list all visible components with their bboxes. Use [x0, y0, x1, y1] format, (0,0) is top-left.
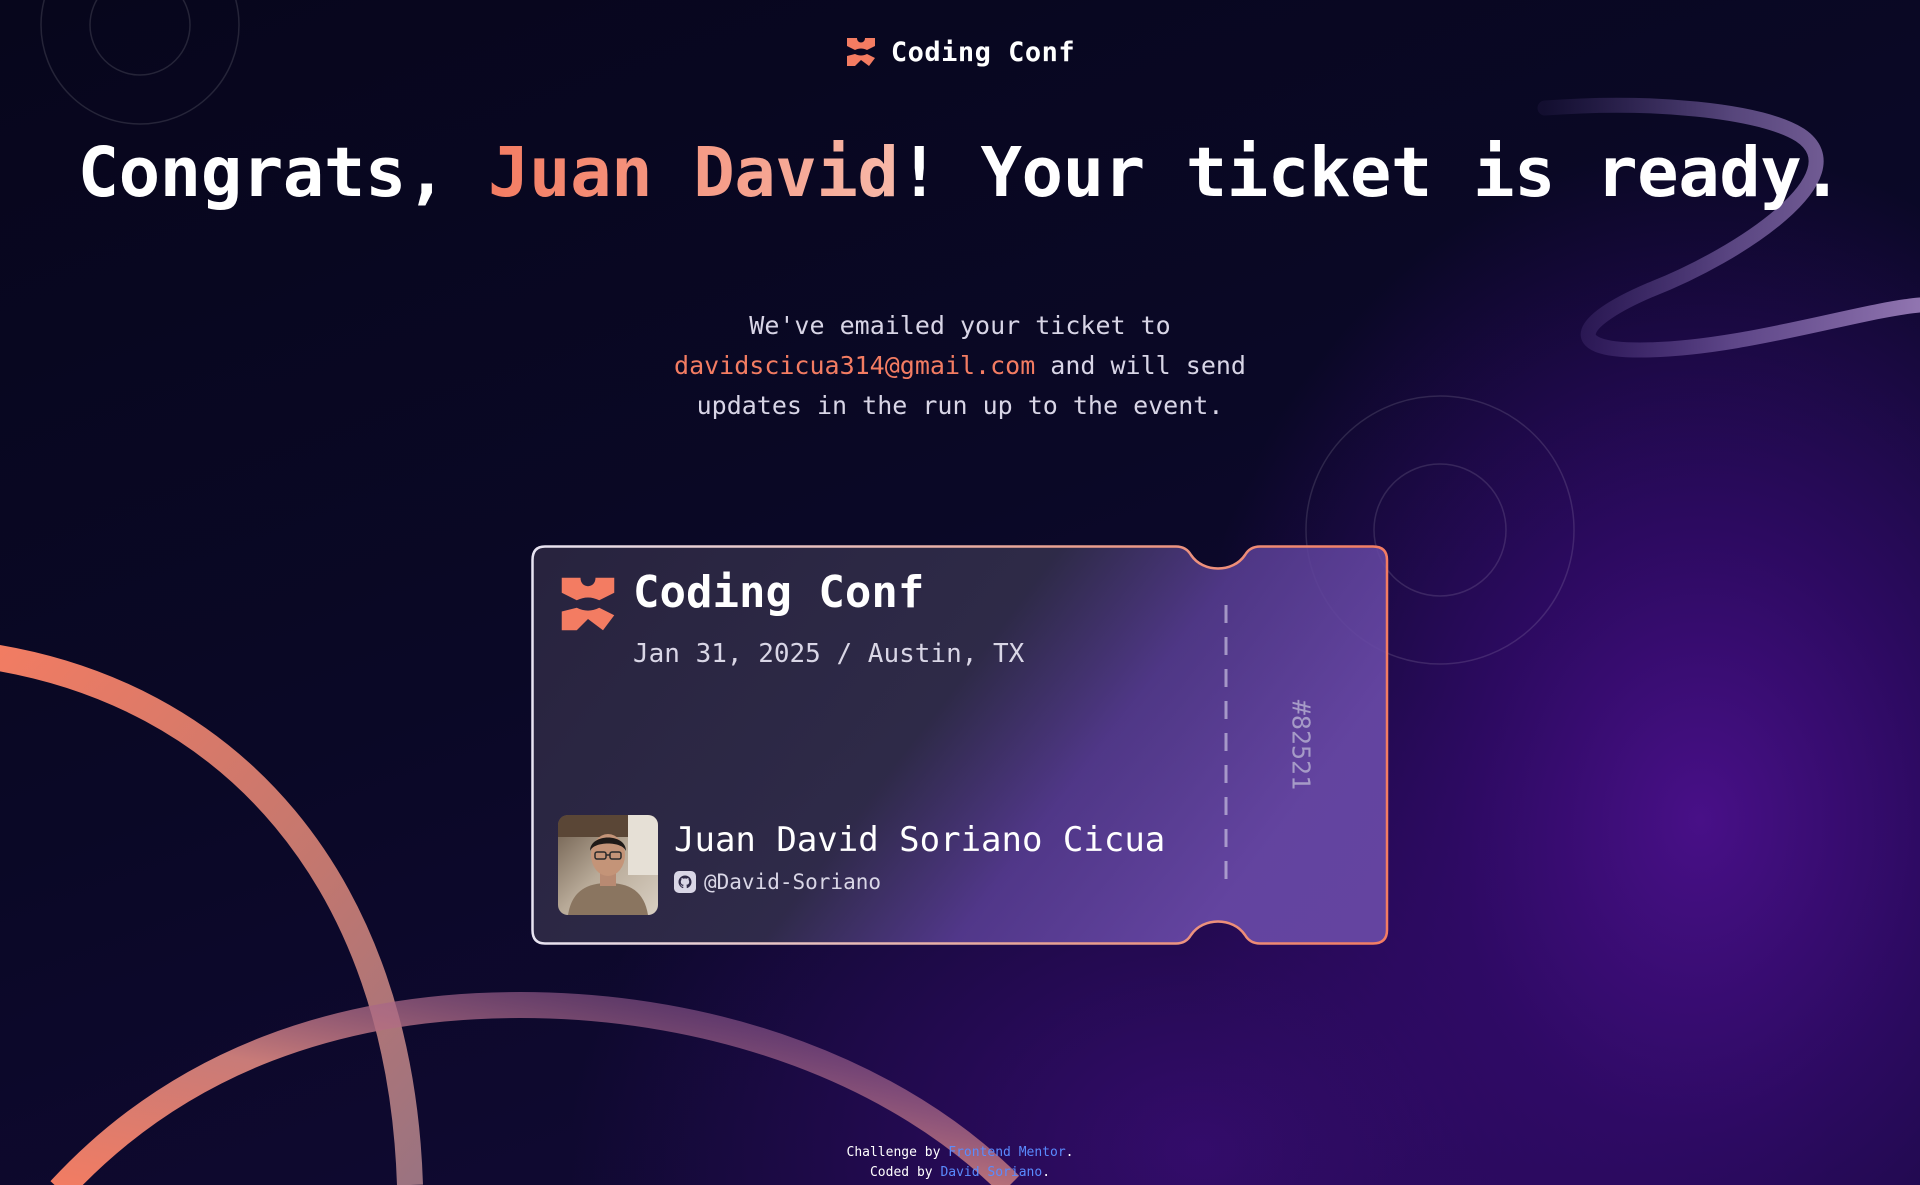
- headline-suffix: ! Your ticket is ready.: [898, 133, 1843, 213]
- page-headline: Congrats, Juan David! Your ticket is rea…: [0, 135, 1920, 211]
- arc-line-left: [0, 645, 423, 1185]
- ticket-logo-icon: [561, 577, 615, 631]
- ticket-brand-name: Coding Conf: [633, 567, 925, 618]
- coded-suffix: .: [1042, 1165, 1051, 1180]
- email-address: davidscicua314@gmail.com: [674, 351, 1036, 380]
- header-logo[interactable]: Coding Conf: [0, 36, 1920, 68]
- coded-by-attribution: Coded by David Soriano.: [0, 1163, 1920, 1183]
- header-brand-name: Coding Conf: [890, 36, 1076, 68]
- author-link[interactable]: David Soriano: [940, 1165, 1042, 1180]
- avatar-photo: [558, 815, 658, 915]
- headline-prefix: Congrats,: [77, 133, 489, 213]
- subtext-before-email: We've emailed your ticket to: [749, 311, 1171, 340]
- conference-ticket: Coding Conf Jan 31, 2025 / Austin, TX Ju…: [531, 545, 1389, 945]
- github-handle-row[interactable]: @David-Soriano: [674, 870, 881, 894]
- headline-name: Juan David: [488, 133, 899, 213]
- ticket-date-location: Jan 31, 2025 / Austin, TX: [633, 639, 1025, 669]
- attribution-footer: Challenge by Frontend Mentor. Coded by D…: [0, 1143, 1920, 1185]
- frontend-mentor-link[interactable]: Frontend Mentor: [948, 1145, 1065, 1160]
- coded-prefix: Coded by: [869, 1165, 941, 1180]
- challenge-suffix: .: [1065, 1145, 1074, 1160]
- ticket-number: #82521: [1286, 699, 1316, 791]
- challenge-prefix: Challenge by: [846, 1145, 949, 1160]
- attendee-name: Juan David Soriano Cicua: [674, 820, 1166, 860]
- github-icon: [674, 871, 696, 893]
- challenge-attribution: Challenge by Frontend Mentor.: [0, 1143, 1920, 1163]
- coding-conf-logo-icon: [846, 38, 875, 66]
- github-handle: @David-Soriano: [704, 870, 882, 894]
- avatar: [558, 815, 658, 915]
- confirmation-message: We've emailed your ticket to davidscicua…: [660, 306, 1260, 426]
